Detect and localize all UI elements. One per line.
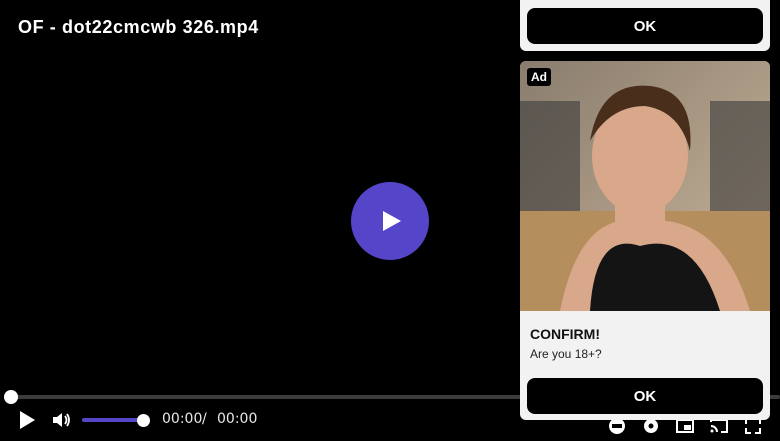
- play-icon: [20, 411, 35, 429]
- ad-badge: Ad: [527, 68, 551, 86]
- time-separator: /: [202, 411, 207, 427]
- volume-button[interactable]: [50, 409, 74, 431]
- ad-image[interactable]: [520, 61, 770, 311]
- progress-handle[interactable]: [4, 390, 18, 404]
- ok-button-top[interactable]: OK: [527, 8, 763, 44]
- volume-icon: [53, 413, 70, 427]
- play-icon: [383, 211, 401, 231]
- volume-slider[interactable]: [82, 418, 144, 422]
- current-time: 00:00: [162, 411, 203, 427]
- ad-subtext: Are you 18+?: [530, 347, 602, 361]
- duration: 00:00: [217, 411, 258, 427]
- video-title: OF - dot22cmcwb 326.mp4: [18, 17, 259, 37]
- ok-button[interactable]: OK: [527, 378, 763, 414]
- big-play-button[interactable]: [351, 182, 429, 260]
- ad-headline: CONFIRM!: [530, 326, 600, 342]
- volume-handle[interactable]: [137, 414, 150, 427]
- play-button[interactable]: [14, 408, 40, 432]
